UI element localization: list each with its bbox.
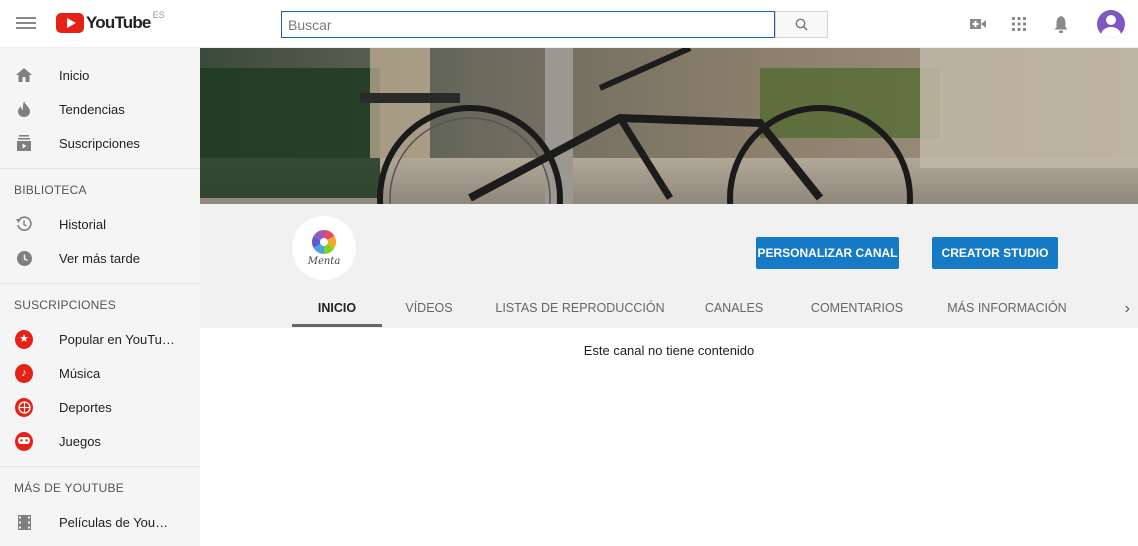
sidebar-item-label: Inicio [59,67,90,83]
library-heading: BIBLIOTECA [14,183,87,197]
home-icon [15,66,33,84]
notifications-bell-icon[interactable] [1049,12,1073,36]
tab-home[interactable]: INICIO [292,288,382,328]
sidebar-item-label: Deportes [59,399,112,415]
play-icon [56,13,84,33]
apps-grid-icon[interactable] [1007,12,1031,36]
aperture-logo-icon [312,229,336,254]
logo-region: ES [152,10,165,20]
sidebar-item-sports[interactable]: Deportes [0,390,200,424]
subscriptions-icon [15,134,33,152]
logo-text: YouTube [86,13,151,32]
chevron-right-icon[interactable]: › [1125,300,1130,318]
sidebar-item-trending[interactable]: Tendencias [0,92,200,126]
gamepad-icon [15,431,33,451]
guide-sidebar: Inicio Tendencias Suscripciones BIBLIOTE… [0,48,200,546]
sidebar-item-music[interactable]: ♪ Música [0,356,200,390]
empty-channel-message: Este canal no tiene contenido [583,343,755,358]
film-icon [15,513,33,531]
channel-avatar[interactable]: Menta [292,216,356,280]
sidebar-item-home[interactable]: Inicio [0,58,200,92]
search-button[interactable] [775,11,828,38]
tab-about[interactable]: MÁS INFORMACIÓN [942,288,1072,328]
sidebar-item-popular[interactable]: ★ Popular en YouTu… [0,322,200,356]
banner-photo [200,48,1138,204]
sidebar-item-label: Música [59,365,101,381]
sidebar-item-subscriptions[interactable]: Suscripciones [0,126,200,160]
tab-channels[interactable]: CANALES [696,288,772,328]
subscriptions-heading: SUSCRIPCIONES [14,298,116,312]
active-tab-indicator [292,324,382,327]
channel-logo-text: Menta [307,255,341,267]
sidebar-item-label: Historial [59,216,106,232]
sidebar-item-games[interactable]: Juegos [0,424,200,458]
user-avatar[interactable] [1097,10,1125,38]
tab-playlists[interactable]: LISTAS DE REPRODUCCIÓN [495,288,664,328]
creator-studio-button[interactable]: CREATOR STUDIO [932,237,1058,269]
sidebar-item-label: Tendencias [59,101,125,117]
masthead: YouTube ES [0,0,1138,48]
upload-video-icon[interactable] [966,12,990,36]
search-input[interactable] [281,11,775,38]
channel-tabs: INICIO VÍDEOS LISTAS DE REPRODUCCIÓN CAN… [200,288,1138,328]
clock-icon [15,249,33,267]
sidebar-item-label: Películas de You… [59,514,169,530]
sidebar-item-label: Suscripciones [59,135,140,151]
search-icon [795,18,808,31]
menu-icon[interactable] [16,14,36,34]
customize-channel-button[interactable]: PERSONALIZAR CANAL [756,237,899,269]
channel-header: Menta PERSONALIZAR CANAL CREATOR STUDIO … [200,204,1138,328]
sidebar-item-watch-later[interactable]: Ver más tarde [0,241,200,275]
sidebar-item-label: Popular en YouTu… [59,331,175,347]
history-icon [15,215,33,233]
sidebar-item-label: Juegos [59,433,101,449]
sidebar-item-history[interactable]: Historial [0,207,200,241]
sidebar-item-movies[interactable]: Películas de You… [0,505,200,539]
flame-icon [15,100,33,118]
star-icon: ★ [15,329,33,349]
youtube-logo[interactable]: YouTube ES [56,10,165,33]
channel-banner [200,48,1138,204]
tab-videos[interactable]: VÍDEOS [396,288,462,328]
music-note-icon: ♪ [15,363,33,383]
sidebar-item-label: Ver más tarde [59,250,140,266]
tab-comments[interactable]: COMENTARIOS [806,288,908,328]
ball-icon [15,397,33,417]
more-heading: MÁS DE YOUTUBE [14,481,124,495]
